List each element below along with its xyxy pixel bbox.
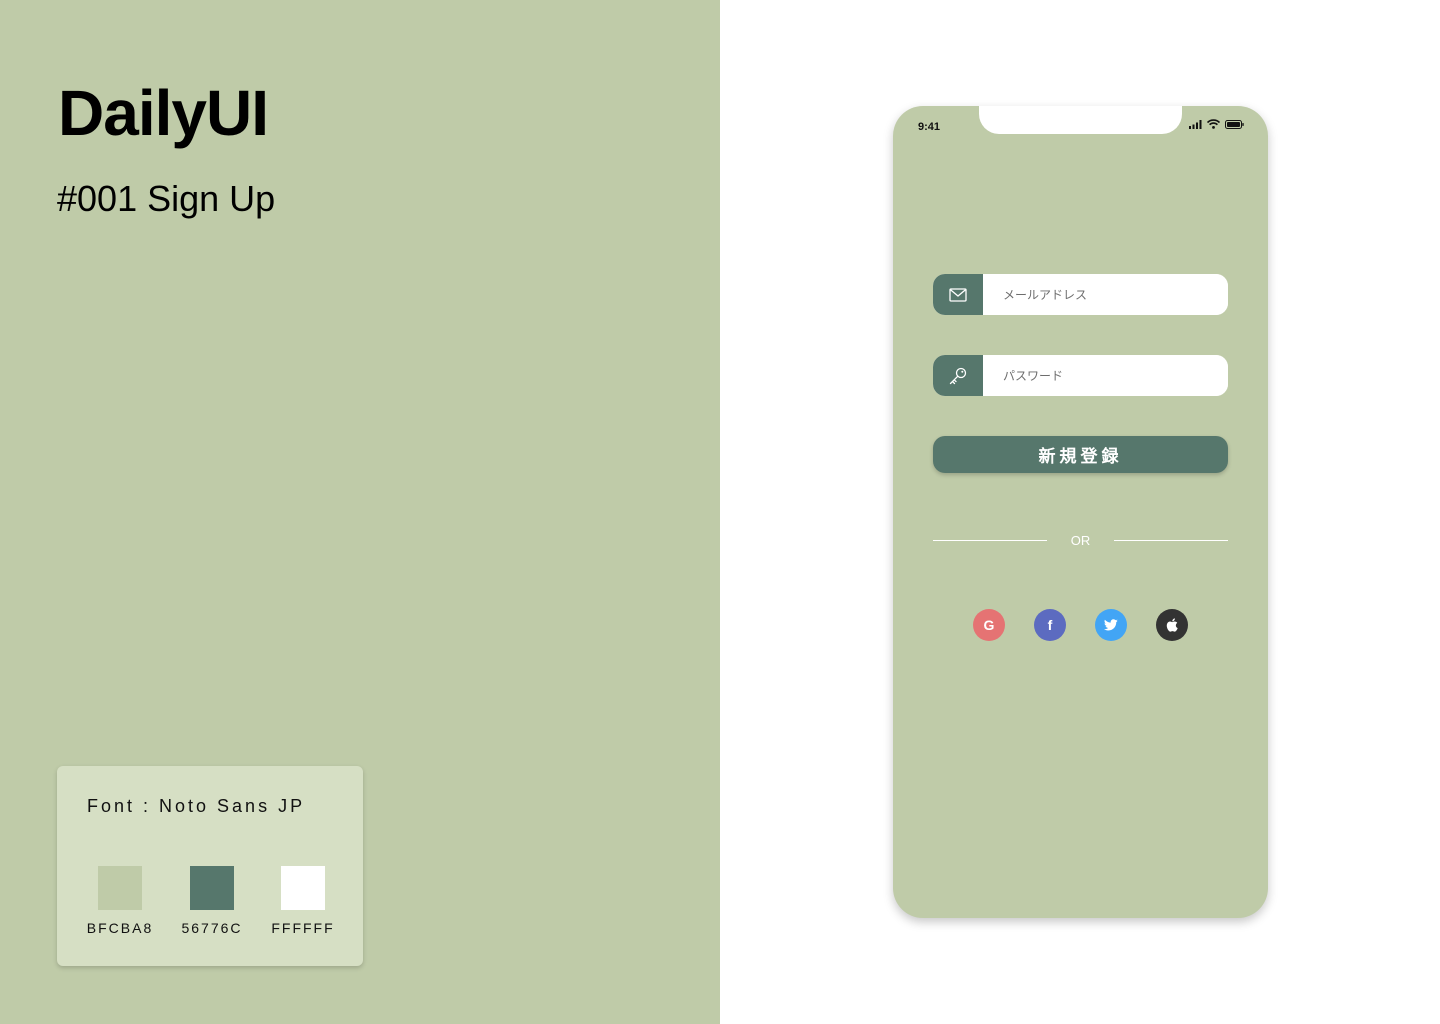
- password-input[interactable]: [983, 355, 1228, 396]
- twitter-icon: [1104, 619, 1118, 631]
- divider-line-left: [933, 540, 1047, 541]
- color-swatch-accent: [190, 866, 234, 910]
- google-icon: G: [983, 617, 995, 633]
- brand-title: DailyUI: [58, 77, 269, 149]
- signal-icon: [1189, 119, 1202, 129]
- signup-button[interactable]: 新規登録: [933, 436, 1228, 473]
- email-field: [933, 274, 1228, 315]
- brand-subtitle: #001 Sign Up: [57, 178, 276, 219]
- email-field-icon-box: [933, 274, 983, 315]
- password-field-icon-box: [933, 355, 983, 396]
- status-time: 9:41: [918, 121, 941, 133]
- divider-line-right: [1114, 540, 1228, 541]
- color-swatch-bg: [98, 866, 142, 910]
- swatch-label-bg: BFCBA8: [86, 920, 154, 936]
- presentation-panel: DailyUI #001 Sign Up Font : Noto Sans JP…: [0, 0, 720, 1024]
- apple-icon: [1166, 618, 1178, 632]
- password-field: [933, 355, 1228, 396]
- mail-icon: [949, 287, 967, 302]
- google-signin-button[interactable]: G: [973, 609, 1005, 641]
- swatch-label-accent: 56776C: [181, 920, 243, 936]
- color-swatch-white: [281, 866, 325, 910]
- email-input[interactable]: [983, 274, 1228, 315]
- page: DailyUI #001 Sign Up Font : Noto Sans JP…: [0, 0, 1440, 1024]
- twitter-signin-button[interactable]: [1095, 609, 1127, 641]
- battery-icon: [1225, 119, 1244, 129]
- facebook-icon: f: [1047, 617, 1053, 633]
- phone-mockup: 9:41 メールアドレス 新規登録 OR G f: [893, 106, 1268, 918]
- facebook-signin-button[interactable]: f: [1034, 609, 1066, 641]
- style-guide-card: Font : Noto Sans JP BFCBA8 56776C FFFFFF: [57, 766, 363, 966]
- status-icons: [1189, 119, 1244, 129]
- key-icon: [949, 367, 967, 384]
- apple-signin-button[interactable]: [1156, 609, 1188, 641]
- divider-or-text: OR: [1070, 533, 1091, 548]
- font-label: Font : Noto Sans JP: [87, 796, 306, 816]
- swatch-label-white: FFFFFF: [271, 920, 335, 936]
- phone-notch: [979, 106, 1182, 134]
- wifi-icon: [1207, 119, 1220, 129]
